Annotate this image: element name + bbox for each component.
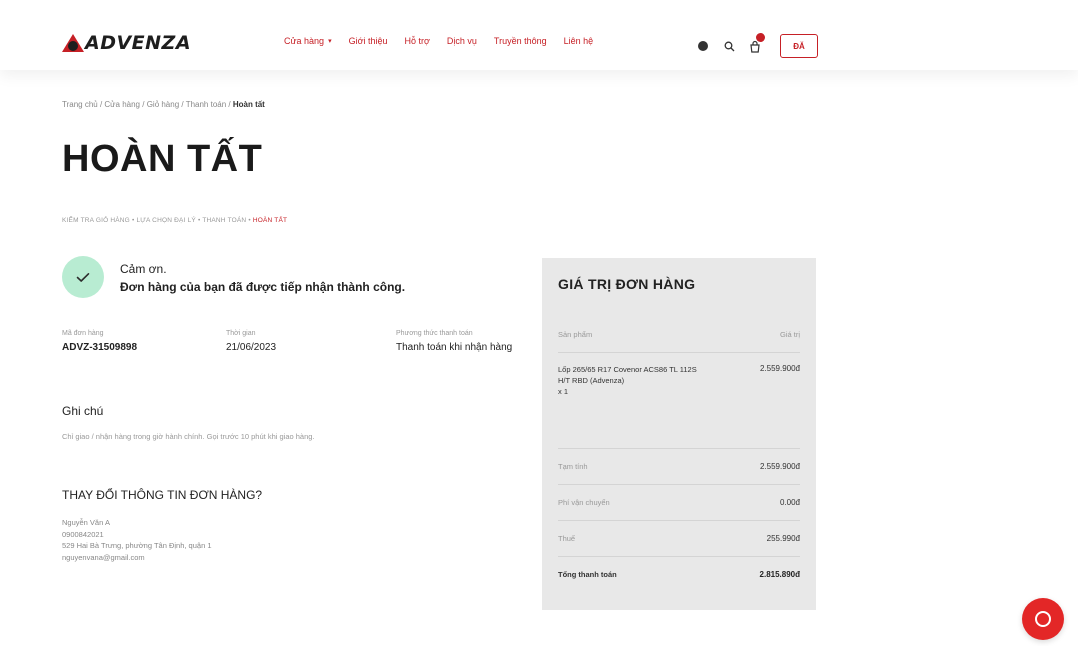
check-icon: [62, 256, 104, 298]
product-info: Lốp 265/65 R17 Covenor ACS86 TL 112S H/T…: [558, 364, 708, 397]
search-icon[interactable]: [722, 39, 736, 53]
col-price: Giá trị: [779, 330, 800, 339]
nav-item-label: Cửa hàng: [284, 36, 325, 46]
nav-item-label: Liên hệ: [563, 36, 594, 46]
order-code-value: ADVZ-31509898: [62, 342, 138, 353]
nav-item-label: Truyền thông: [493, 36, 547, 46]
step-dealer: LỰA CHỌN ĐẠI LÝ: [136, 217, 196, 224]
site-header: ADVENZA Cửa hàng ▾ Giới thiệu Hỗ trợ Dịc…: [0, 0, 1078, 70]
cart-badge: [756, 33, 765, 42]
contact-phone: 0900842021: [62, 529, 104, 539]
product-price: 2.559.900đ: [759, 364, 800, 373]
note-text: Chỉ giao / nhận hàng trong giờ hành chín…: [62, 432, 315, 441]
change-info-link[interactable]: THAY ĐỔI THÔNG TIN ĐƠN HÀNG?: [62, 488, 262, 502]
shipping-value: 0.00đ: [779, 498, 800, 507]
payment-method-value: Thanh toán khi nhận hàng: [396, 342, 513, 353]
contact-name: Nguyễn Văn A: [62, 518, 110, 527]
nav-item-contact[interactable]: Liên hệ: [564, 36, 594, 46]
nav-item-support[interactable]: Hỗ trợ: [405, 36, 430, 46]
order-code-label: Mã đơn hàng: [62, 330, 104, 337]
product-name: Lốp 265/65 R17 Covenor ACS86 TL 112S H/T…: [558, 365, 697, 385]
chevron-down-icon: ▾: [328, 38, 332, 45]
nav-item-store[interactable]: Cửa hàng ▾: [284, 36, 332, 46]
divider: [558, 520, 800, 521]
contact-info: Nguyễn Văn A 0900842021 529 Hai Bà Trưng…: [62, 517, 212, 563]
tax-value: 255.990đ: [766, 534, 800, 543]
chat-icon: [1035, 611, 1051, 627]
success-message: Đơn hàng của bạn đã được tiếp nhận thành…: [120, 280, 406, 294]
step-cart: KIỂM TRA GIỎ HÀNG: [62, 217, 130, 224]
breadcrumb-store[interactable]: Cửa hàng: [104, 100, 140, 109]
breadcrumb: Trang chủ / Cửa hàng / Giỏ hàng / Thanh …: [62, 100, 265, 109]
nav-item-services[interactable]: Dịch vụ: [447, 36, 477, 46]
page-title: HOÀN TẤT: [62, 138, 263, 180]
subtotal-label: Tạm tính: [558, 462, 588, 471]
tax-label: Thuế: [558, 534, 576, 543]
total-value: 2.815.890đ: [759, 570, 800, 579]
nav-item-label: Giới thiệu: [348, 36, 388, 46]
divider: [558, 448, 800, 449]
breadcrumb-cart[interactable]: Giỏ hàng: [147, 100, 179, 109]
payment-method-label: Phương thức thanh toán: [396, 330, 473, 337]
shipping-row: Phí vận chuyển 0.00đ: [558, 498, 800, 507]
order-summary: GIÁ TRỊ ĐƠN HÀNG Sản phẩm Giá trị Lốp 26…: [542, 258, 816, 610]
logo[interactable]: ADVENZA: [62, 31, 191, 55]
contact-email: nguyenvana@gmail.com: [62, 552, 145, 562]
subtotal-row: Tạm tính 2.559.900đ: [558, 462, 800, 471]
divider: [558, 556, 800, 557]
col-product: Sản phẩm: [558, 330, 593, 339]
summary-title: GIÁ TRỊ ĐƠN HÀNG: [558, 276, 696, 292]
breadcrumb-current: Hoàn tất: [232, 100, 265, 109]
main-nav: Cửa hàng ▾ Giới thiệu Hỗ trợ Dịch vụ Tru…: [284, 36, 610, 46]
checkout-steps: KIỂM TRA GIỎ HÀNG • LỰA CHỌN ĐẠI LÝ • TH…: [62, 217, 288, 224]
order-time-label: Thời gian: [226, 330, 256, 337]
step-payment: THANH TOÁN: [202, 217, 247, 224]
chat-button[interactable]: [1022, 598, 1064, 640]
nav-item-about[interactable]: Giới thiệu: [349, 36, 388, 46]
order-time-value: 21/06/2023: [226, 342, 277, 353]
total-row: Tổng thanh toán 2.815.890đ: [558, 570, 800, 579]
thanks-text: Cảm ơn.: [120, 262, 167, 276]
breadcrumb-home[interactable]: Trang chủ: [62, 100, 98, 109]
logo-text: ADVENZA: [85, 32, 192, 54]
header-tools: ĐĂ: [696, 33, 818, 58]
nav-item-label: Dịch vụ: [446, 36, 477, 46]
cart-icon[interactable]: [748, 33, 765, 53]
logo-mark: [62, 33, 84, 53]
summary-product-row: Lốp 265/65 R17 Covenor ACS86 TL 112S H/T…: [558, 364, 800, 397]
shipping-label: Phí vận chuyển: [558, 498, 610, 507]
login-button[interactable]: ĐĂ: [780, 34, 818, 58]
order-time: Thời gian 21/06/2023: [226, 330, 276, 355]
nav-item-media[interactable]: Truyền thông: [494, 36, 547, 46]
divider: [558, 484, 800, 485]
globe-icon[interactable]: [696, 39, 710, 53]
nav-item-label: Hỗ trợ: [404, 36, 430, 46]
product-qty: x 1: [558, 387, 569, 396]
note-title: Ghi chú: [62, 404, 104, 418]
payment-method: Phương thức thanh toán Thanh toán khi nh…: [396, 330, 521, 355]
total-label: Tổng thanh toán: [558, 570, 617, 579]
summary-header-row: Sản phẩm Giá trị: [558, 330, 800, 339]
breadcrumb-checkout[interactable]: Thanh toán: [186, 100, 226, 109]
contact-address: 529 Hai Bà Trưng, phường Tân Định, quận …: [62, 541, 212, 550]
order-code: Mã đơn hàng ADVZ-31509898: [62, 330, 137, 355]
step-complete: HOÀN TẤT: [252, 217, 288, 224]
tax-row: Thuế 255.990đ: [558, 534, 800, 543]
divider: [558, 352, 800, 353]
subtotal-value: 2.559.900đ: [759, 462, 800, 471]
